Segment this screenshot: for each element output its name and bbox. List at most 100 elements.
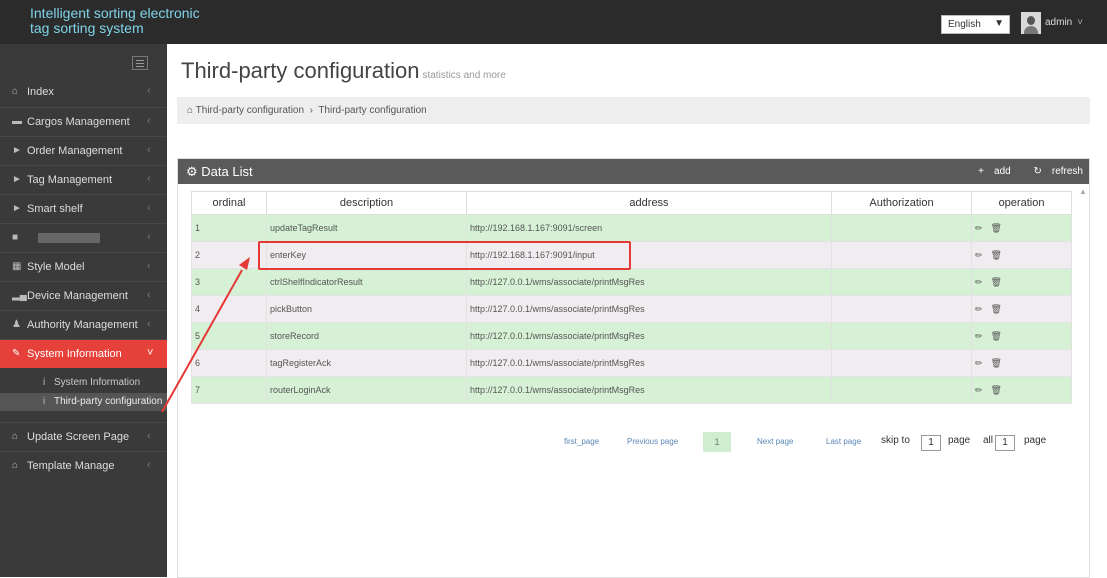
sidebar-subitem-label: Third-party configuration <box>54 396 163 407</box>
panel-title: ⚙ Data List <box>186 164 253 180</box>
skip-to-label: skip to <box>881 435 910 446</box>
page-title: Third-party configuration statistics and … <box>181 58 506 84</box>
chevron-left-icon: ‹ <box>147 318 151 330</box>
cell-authorization <box>831 322 972 350</box>
column-header-ordinal[interactable]: ordinal <box>191 191 267 215</box>
sidebar-item-update-screen[interactable]: ⌂ Update Screen Page ‹ <box>0 422 167 451</box>
sidebar-item-label: Style Model <box>27 261 85 273</box>
trash-icon[interactable]: 🗑 <box>991 304 1002 314</box>
cell-ordinal: 2 <box>191 241 267 269</box>
sidebar-item-label: Index <box>27 86 54 98</box>
sidebar-subitem-system-information[interactable]: i System Information <box>0 374 167 392</box>
table-row: 3 ctrlShelfIndicatorResult http://127.0.… <box>191 268 1072 296</box>
column-header-description[interactable]: description <box>266 191 467 215</box>
sidebar-item-label: Order Management <box>27 145 123 157</box>
app-title: Intelligent sorting electronic tag sorti… <box>30 5 200 36</box>
sidebar-item-label: Template Manage <box>27 460 115 472</box>
highlight-box-annotation <box>258 241 631 270</box>
sidebar-subitem-third-party[interactable]: i Third-party configuration <box>0 393 167 411</box>
sidebar-subitem-label: System Information <box>54 377 141 388</box>
sidebar-item-smart-shelf[interactable]: ► Smart shelf ‹ <box>0 194 167 223</box>
home-icon: ⌂ <box>187 105 194 116</box>
sidebar-item-devices[interactable]: ▂▄ Device Management ‹ <box>0 281 167 310</box>
chevron-left-icon: ‹ <box>147 231 151 243</box>
trash-icon[interactable]: 🗑 <box>991 358 1002 368</box>
last-page-link[interactable]: Last page <box>826 437 861 446</box>
tag-icon: ► <box>12 145 22 156</box>
skip-to-input[interactable]: 1 <box>921 435 941 451</box>
column-header-address[interactable]: address <box>466 191 832 215</box>
sidebar-item-style-model[interactable]: ▦ Style Model ‹ <box>0 252 167 281</box>
language-select[interactable]: English ▼ <box>941 15 1010 34</box>
sidebar-item-label: Update Screen Page <box>27 431 130 443</box>
sidebar-item-label: Authority Management <box>27 319 138 331</box>
scroll-up-arrow[interactable]: ▲ <box>1079 187 1087 196</box>
sidebar-item-orders[interactable]: ► Order Management ‹ <box>0 136 167 165</box>
grid-icon: ▦ <box>12 261 22 272</box>
cell-ordinal: 5 <box>191 322 267 350</box>
sidebar-toggle-button[interactable] <box>132 56 148 70</box>
table-row: 7 routerLoginAck http://127.0.0.1/wms/as… <box>191 376 1072 404</box>
chevron-left-icon: ‹ <box>147 85 151 97</box>
cell-address: http://127.0.0.1/wms/associate/printMsgR… <box>466 268 832 296</box>
cell-description: pickButton <box>266 295 467 323</box>
add-button[interactable]: + add <box>968 166 1011 177</box>
breadcrumb-item[interactable]: Third-party configuration <box>318 105 426 116</box>
trash-icon[interactable]: 🗑 <box>991 250 1002 260</box>
previous-page-link[interactable]: Previous page <box>627 437 678 446</box>
cell-operation: ✏ 🗑 <box>971 376 1072 404</box>
sidebar-item-tags[interactable]: ► Tag Management ‹ <box>0 165 167 194</box>
sidebar-item-redacted[interactable]: ■ ‹ <box>0 223 167 252</box>
cell-authorization <box>831 268 972 296</box>
chevron-down-icon: ˅ <box>147 347 154 359</box>
refresh-button[interactable]: ↻ refresh <box>1023 166 1083 177</box>
edit-icon[interactable]: ✏ <box>975 331 983 341</box>
cell-authorization <box>831 295 972 323</box>
cell-operation: ✏ 🗑 <box>971 241 1072 269</box>
trash-icon[interactable]: 🗑 <box>991 223 1002 233</box>
trash-icon[interactable]: 🗑 <box>991 277 1002 287</box>
sidebar-item-cargos[interactable]: ▬ Cargos Management ‹ <box>0 107 167 136</box>
sidebar-item-template-manage[interactable]: ⌂ Template Manage ‹ <box>0 451 167 480</box>
cell-address: http://127.0.0.1/wms/associate/printMsgR… <box>466 349 832 377</box>
breadcrumb-item[interactable]: Third-party configuration <box>196 105 304 116</box>
next-page-link[interactable]: Next page <box>757 437 793 446</box>
sidebar-item-system-information[interactable]: ✎ System Information ˅ <box>0 339 167 368</box>
column-header-authorization[interactable]: Authorization <box>831 191 972 215</box>
cell-description: storeRecord <box>266 322 467 350</box>
avatar-body-shape <box>1024 26 1038 34</box>
chevron-left-icon: ‹ <box>147 173 151 185</box>
edit-icon[interactable]: ✏ <box>975 277 983 287</box>
cell-operation: ✏ 🗑 <box>971 295 1072 323</box>
avatar[interactable] <box>1021 12 1041 34</box>
refresh-icon: ↻ <box>1033 166 1042 177</box>
table-row: 6 tagRegisterAck http://127.0.0.1/wms/as… <box>191 349 1072 377</box>
edit-icon[interactable]: ✏ <box>975 385 983 395</box>
cell-ordinal: 3 <box>191 268 267 296</box>
top-bar: Intelligent sorting electronic tag sorti… <box>0 0 1107 44</box>
page-label: page <box>948 435 971 446</box>
username: admin <box>1045 17 1073 28</box>
chevron-left-icon: ‹ <box>147 202 151 214</box>
folder-icon: ▬ <box>12 116 22 127</box>
trash-icon[interactable]: 🗑 <box>991 331 1002 341</box>
chevron-down-icon: ▼ <box>994 18 1004 29</box>
sidebar-item-index[interactable]: ⌂ Index ‹ <box>0 78 167 107</box>
trash-icon[interactable]: 🗑 <box>991 385 1002 395</box>
page-label-total: page <box>1024 435 1047 446</box>
sidebar-item-authority[interactable]: ♟ Authority Management ‹ <box>0 310 167 339</box>
user-menu[interactable]: admin ˅ <box>1045 17 1083 28</box>
edit-icon[interactable]: ✏ <box>975 304 983 314</box>
cell-authorization <box>831 241 972 269</box>
edit-icon[interactable]: ✏ <box>975 250 983 260</box>
chevron-left-icon: ‹ <box>147 115 151 127</box>
edit-icon[interactable]: ✏ <box>975 358 983 368</box>
edit-icon: ✎ <box>12 348 21 359</box>
signal-icon: ▂▄ <box>12 290 27 301</box>
page-subtitle: statistics and more <box>422 70 506 81</box>
column-header-operation: operation <box>971 191 1072 215</box>
cell-ordinal: 6 <box>191 349 267 377</box>
user-icon: ♟ <box>12 319 21 330</box>
edit-icon[interactable]: ✏ <box>975 223 983 233</box>
first-page-link[interactable]: first_page <box>564 437 599 446</box>
